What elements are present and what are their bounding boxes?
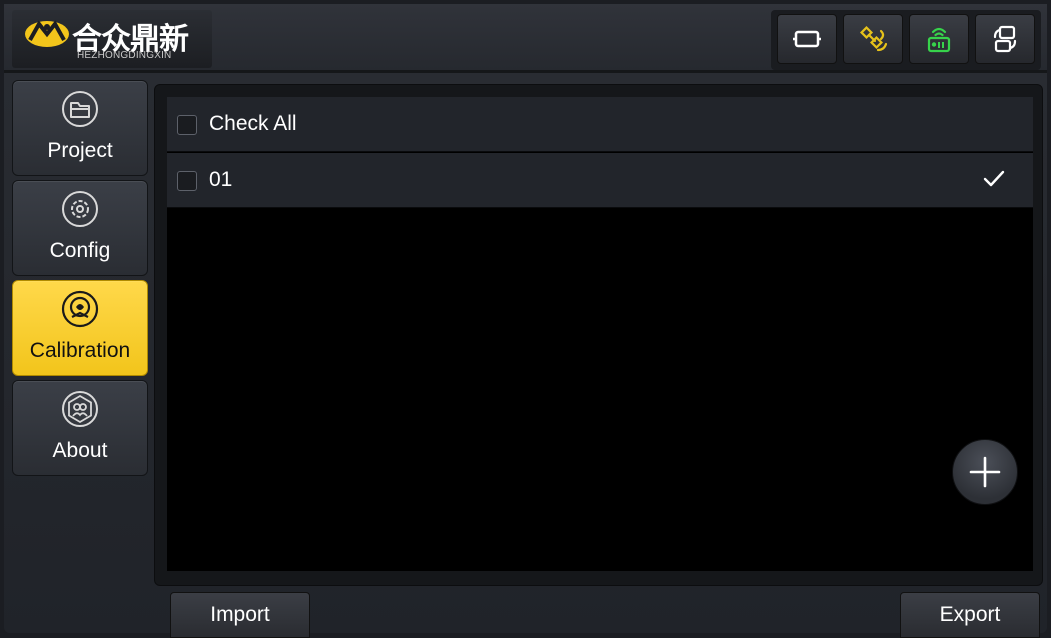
about-icon <box>62 391 98 427</box>
radio-station-button[interactable] <box>909 14 969 64</box>
calibration-panel: Check All 01 <box>154 84 1043 586</box>
switch-device-button[interactable] <box>975 14 1035 64</box>
folder-icon <box>62 91 98 127</box>
calibration-list[interactable]: Check All 01 <box>167 97 1033 571</box>
check-all-row[interactable]: Check All <box>167 97 1033 152</box>
switch-device-icon <box>993 25 1017 53</box>
sidebar-item-project[interactable]: Project <box>12 80 148 176</box>
settings-icon <box>62 191 98 227</box>
calibration-icon <box>61 290 99 328</box>
sidebar-item-label: Config <box>49 239 111 262</box>
sidebar-item-label: Calibration <box>29 339 131 362</box>
status-toolbar <box>771 10 1041 70</box>
app-window: 合众鼎新 HEZHONGDINGXIN Project Config Calib… <box>4 4 1047 638</box>
satellite-icon <box>859 25 888 52</box>
satellite-button[interactable] <box>843 14 903 64</box>
sidebar-item-label: Project <box>47 139 113 162</box>
brand-logo: 合众鼎新 HEZHONGDINGXIN <box>12 10 212 68</box>
sidebar-item-label: About <box>52 439 108 462</box>
screen-frame-button[interactable] <box>777 14 837 64</box>
list-item[interactable]: 01 <box>167 153 1033 208</box>
check-all-checkbox[interactable] <box>177 115 197 135</box>
add-button[interactable] <box>952 439 1018 505</box>
plus-icon <box>969 456 1001 488</box>
brand-name-en: HEZHONGDINGXIN <box>77 50 172 61</box>
item-name: 01 <box>209 168 233 191</box>
radio-station-icon <box>927 27 951 53</box>
item-checkbox[interactable] <box>177 171 197 191</box>
checkmark-icon <box>983 170 1005 187</box>
sidebar-item-calibration[interactable]: Calibration <box>12 280 148 376</box>
sidebar-item-config[interactable]: Config <box>12 180 148 276</box>
header-bar: 合众鼎新 HEZHONGDINGXIN <box>4 4 1047 73</box>
sidebar-item-about[interactable]: About <box>12 380 148 476</box>
logo-mark-icon <box>25 20 69 47</box>
check-all-label: Check All <box>209 112 297 135</box>
import-button[interactable]: Import <box>170 592 310 638</box>
export-button[interactable]: Export <box>900 592 1040 638</box>
screen-frame-icon <box>793 30 821 48</box>
